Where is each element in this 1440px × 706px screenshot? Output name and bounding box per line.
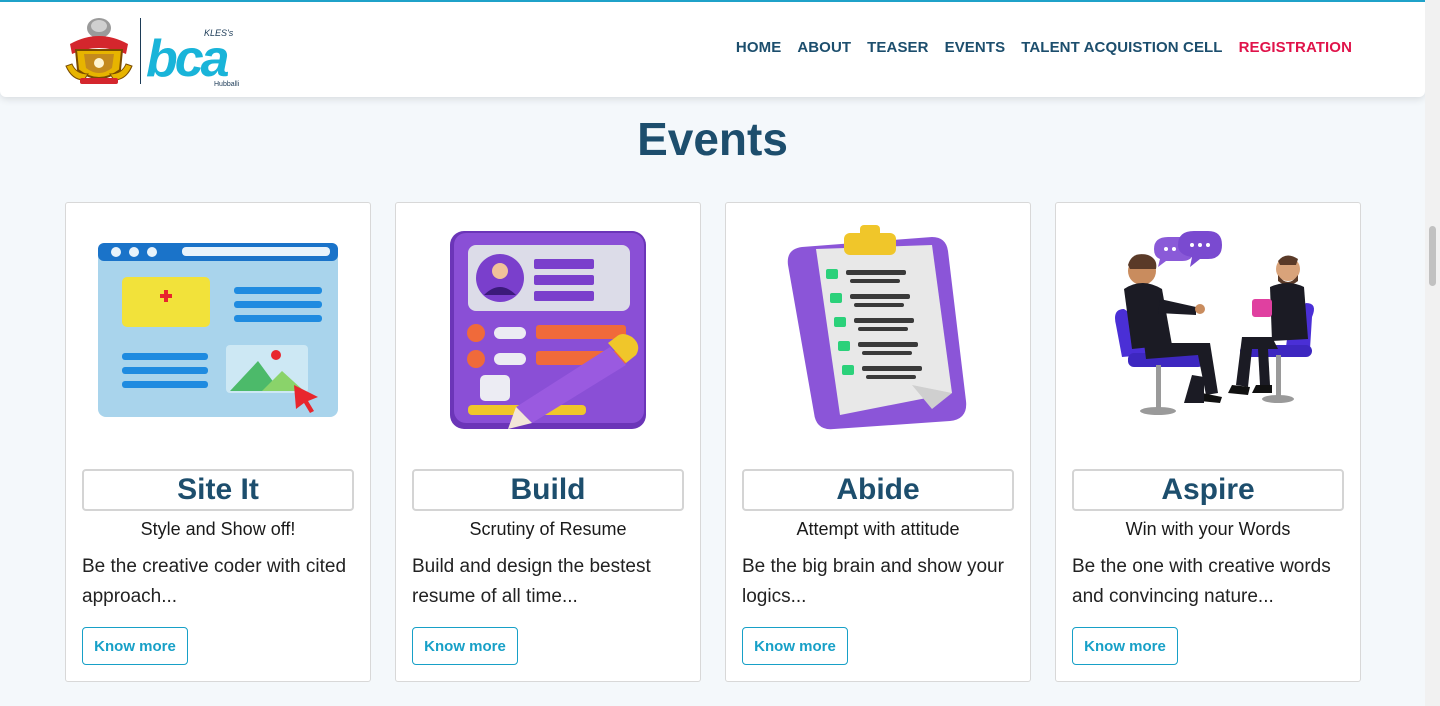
know-more-button[interactable]: Know more xyxy=(742,627,848,665)
logo-city-text: Hubballi xyxy=(214,81,240,88)
event-name: Abide xyxy=(742,469,1014,511)
know-more-button[interactable]: Know more xyxy=(82,627,188,665)
nav-about[interactable]: ABOUT xyxy=(797,39,851,56)
know-more-button[interactable]: Know more xyxy=(412,627,518,665)
page-scrollbar[interactable] xyxy=(1425,0,1440,706)
event-tagline: Scrutiny of Resume xyxy=(469,519,627,539)
event-card-site-it: Site It Style and Show off! Be the creat… xyxy=(65,202,371,682)
navbar: KLES's bca Hubballi HOME ABOUT TEASER EV… xyxy=(0,0,1425,97)
event-description: Be the creative coder with cited approac… xyxy=(82,556,347,607)
event-name: Site It xyxy=(82,469,354,511)
resume-icon xyxy=(450,231,646,429)
scrollbar-thumb[interactable] xyxy=(1429,226,1436,286)
event-description: Be the big brain and show your logics... xyxy=(742,556,1004,607)
society-emblem-icon xyxy=(65,18,133,84)
event-card-build: Build Scrutiny of Resume Build and desig… xyxy=(395,202,701,682)
nav-events[interactable]: EVENTS xyxy=(945,39,1006,56)
events-title: Events xyxy=(637,113,788,165)
event-tagline: Style and Show off! xyxy=(140,519,296,539)
event-description: Build and design the bestest resume of a… xyxy=(412,556,651,607)
nav-registration[interactable]: REGISTRATION xyxy=(1239,39,1352,56)
event-card-aspire: Aspire Win with your Words Be the one wi… xyxy=(1055,202,1361,682)
logo-divider xyxy=(140,18,141,84)
nav-home[interactable]: HOME xyxy=(736,39,781,56)
nav-teaser[interactable]: TEASER xyxy=(867,39,928,56)
bca-logo-icon: KLES's bca Hubballi xyxy=(146,28,240,88)
know-more-button[interactable]: Know more xyxy=(1072,627,1178,665)
event-card-abide: Abide Attempt with attitude Be the big b… xyxy=(725,202,1031,682)
website-builder-icon xyxy=(98,243,338,417)
logo[interactable]: KLES's bca Hubballi xyxy=(64,14,254,88)
event-tagline: Attempt with attitude xyxy=(796,519,960,539)
nav-talent-acquisition-cell[interactable]: TALENT ACQUISTION CELL xyxy=(1021,39,1222,56)
event-tagline: Win with your Words xyxy=(1125,519,1291,539)
event-name: Aspire xyxy=(1072,469,1344,511)
logo-bca-text: bca xyxy=(146,30,229,88)
interview-icon xyxy=(1115,231,1314,415)
main-nav: HOME ABOUT TEASER EVENTS TALENT ACQUISTI… xyxy=(736,39,1352,56)
clipboard-checklist-icon xyxy=(787,225,967,430)
event-name: Build xyxy=(412,469,684,511)
event-description: Be the one with creative words and convi… xyxy=(1072,556,1331,607)
